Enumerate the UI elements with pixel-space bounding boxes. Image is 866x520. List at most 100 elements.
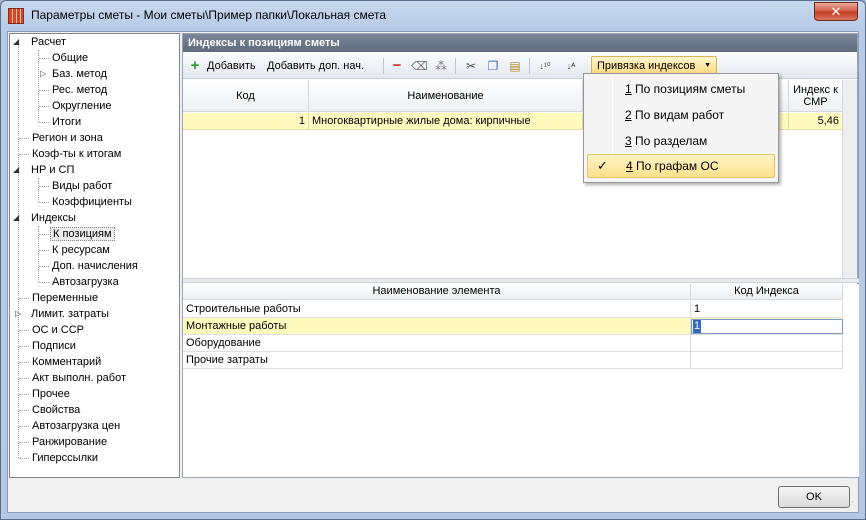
tree-connector	[19, 394, 29, 395]
tree-item-vidy-rabot[interactable]: Виды работ	[50, 178, 114, 194]
tree-connector	[39, 250, 49, 251]
tree-connector	[19, 330, 29, 331]
tree-connector	[39, 202, 49, 203]
tree-connector	[38, 50, 39, 122]
tree-connector	[39, 234, 49, 235]
tree-item-giperssylki[interactable]: Гиперссылки	[30, 450, 100, 466]
collapse-icon[interactable]: ◢	[13, 38, 21, 46]
tree-item-akt[interactable]: Акт выполн. работ	[30, 370, 128, 386]
collapse-icon[interactable]: ◢	[13, 166, 21, 174]
add-button[interactable]: Добавить	[207, 57, 256, 75]
settings-tree: ◢ Расчет Общие ▷ Баз. метод Рес. метод О…	[9, 33, 180, 478]
add-extra-button[interactable]: Добавить доп. нач.	[267, 57, 364, 75]
tree-item-k-resursam[interactable]: К ресурсам	[50, 242, 112, 258]
tree-connector	[19, 346, 29, 347]
cell-index-code[interactable]: 1	[691, 301, 843, 318]
tree-item-nr-sp[interactable]: ◢ НР и СП	[13, 162, 76, 178]
cell-name: Многоквартирные жилые дома: кирпичные	[309, 113, 583, 130]
window-title: Параметры сметы - Мои сметы\Пример папки…	[31, 8, 387, 22]
col-header-index-smr[interactable]: Индекс к СМР	[789, 80, 843, 112]
tree-item-indeksy[interactable]: ◢ Индексы	[13, 210, 78, 226]
grid-splitter[interactable]	[183, 278, 859, 283]
tree-connector	[19, 410, 29, 411]
tree-item-prochee[interactable]: Прочее	[30, 386, 72, 402]
cell-element-name: Оборудование	[183, 335, 691, 352]
menu-item-by-os-columns[interactable]: ✓ 4 По графам ОС	[587, 154, 775, 178]
tree-item-baz-metod[interactable]: ▷ Баз. метод	[38, 66, 109, 82]
tree-connector	[39, 122, 49, 123]
tree-connector	[19, 138, 29, 139]
tree-connector	[39, 58, 49, 59]
tree-connector	[18, 42, 19, 458]
tree-item-res-metod[interactable]: Рес. метод	[50, 82, 109, 98]
tree-item-os-ssr[interactable]: ОС и ССР	[30, 322, 86, 338]
tree-item-podpisi[interactable]: Подписи	[30, 338, 78, 354]
cell-code: 1	[183, 113, 309, 130]
cut-icon[interactable]: ✂	[463, 58, 479, 74]
tree-connector	[19, 442, 29, 443]
collapse-icon[interactable]: ◢	[13, 214, 21, 222]
resize-grip-icon[interactable]: ⋰	[846, 500, 856, 510]
tree-item-dop-nachisleniya[interactable]: Доп. начисления	[50, 258, 140, 274]
tree-connector	[39, 186, 49, 187]
table-row[interactable]: Оборудование	[183, 335, 843, 352]
tree-item-ranzhirovanie[interactable]: Ранжирование	[30, 434, 109, 450]
delete-icon[interactable]: −	[389, 58, 405, 74]
tree-item-koefficienty[interactable]: Коэффициенты	[50, 194, 134, 210]
tree-item-okruglenie[interactable]: Округление	[50, 98, 114, 114]
expand-icon[interactable]: ▷	[15, 310, 23, 318]
index-binding-menu: 1 По позициям сметы 2 По видам работ 3 П…	[583, 73, 779, 183]
index-binding-label: Привязка индексов	[597, 60, 696, 72]
tree-connector	[39, 90, 49, 91]
tree-connector	[39, 266, 49, 267]
col-header-name[interactable]: Наименование	[309, 80, 583, 112]
toolbar-separator	[455, 58, 456, 74]
tree-connector	[19, 298, 29, 299]
checkmark-icon: ✓	[597, 158, 608, 173]
tree-item-svoystva[interactable]: Свойства	[30, 402, 82, 418]
tree-item-k-poziciyam[interactable]: К позициям	[50, 226, 115, 242]
tree-item-avtozagruzka[interactable]: Автозагрузка	[50, 274, 121, 290]
tree-item-itogi[interactable]: Итоги	[50, 114, 83, 130]
table-row[interactable]: Прочие затраты	[183, 352, 843, 369]
tree-connector	[39, 282, 49, 283]
paste-icon[interactable]: ▤	[507, 58, 523, 74]
expand-icon[interactable]: ▷	[40, 70, 48, 78]
index-code-value: 1	[693, 320, 702, 333]
tree-item-raschet[interactable]: ◢ Расчет	[13, 34, 68, 50]
table-row[interactable]: Строительные работы 1	[183, 301, 843, 318]
menu-item-by-sections[interactable]: 3 По разделам	[587, 129, 775, 153]
clear-format-icon[interactable]: ⁂	[433, 58, 449, 74]
tree-connector	[19, 362, 29, 363]
upper-scrollbar[interactable]	[842, 80, 857, 278]
index-code-editor[interactable]: 1	[691, 319, 843, 334]
col-header-code[interactable]: Код	[183, 80, 309, 112]
tree-item-koef-itogi[interactable]: Коэф-ты к итогам	[30, 146, 123, 162]
tree-item-avtozagruzka-cen[interactable]: Автозагрузка цен	[30, 418, 122, 434]
toolbar-separator	[383, 58, 384, 74]
tree-item-peremennye[interactable]: Переменные	[30, 290, 100, 306]
tree-item-kommentariy[interactable]: Комментарий	[30, 354, 103, 370]
tree-item-limit-zatraty[interactable]: ▷ Лимит. затраты	[15, 306, 111, 322]
tree-item-region[interactable]: Регион и зона	[30, 130, 105, 146]
table-row[interactable]: Монтажные работы 1	[183, 318, 843, 335]
cell-index-code[interactable]	[691, 352, 843, 369]
tree-connector	[19, 378, 29, 379]
title-bar[interactable]: Параметры сметы - Мои сметы\Пример папки…	[1, 1, 865, 31]
menu-item-by-work-types[interactable]: 2 По видам работ	[587, 103, 775, 127]
app-icon	[8, 8, 24, 24]
close-button[interactable]: ✕	[814, 2, 858, 21]
col-header-element-name[interactable]: Наименование элемента	[183, 284, 691, 300]
copy-icon[interactable]: ❐	[485, 58, 501, 74]
tree-item-obshchie[interactable]: Общие	[50, 50, 90, 66]
cell-element-name: Прочие затраты	[183, 352, 691, 369]
sort-numeric-icon[interactable]: ↓¹⁰	[537, 58, 553, 74]
eraser-icon[interactable]: ⌫	[411, 58, 428, 74]
cell-index-smr: 5,46	[789, 113, 843, 130]
menu-item-by-positions[interactable]: 1 По позициям сметы	[587, 77, 775, 101]
cell-index-code[interactable]	[691, 335, 843, 352]
cell-element-name: Монтажные работы	[183, 318, 691, 335]
sort-alpha-icon[interactable]: ↓ᴬ	[563, 58, 579, 74]
ok-button[interactable]: OK	[778, 486, 850, 508]
col-header-index-code[interactable]: Код Индекса	[691, 284, 843, 300]
